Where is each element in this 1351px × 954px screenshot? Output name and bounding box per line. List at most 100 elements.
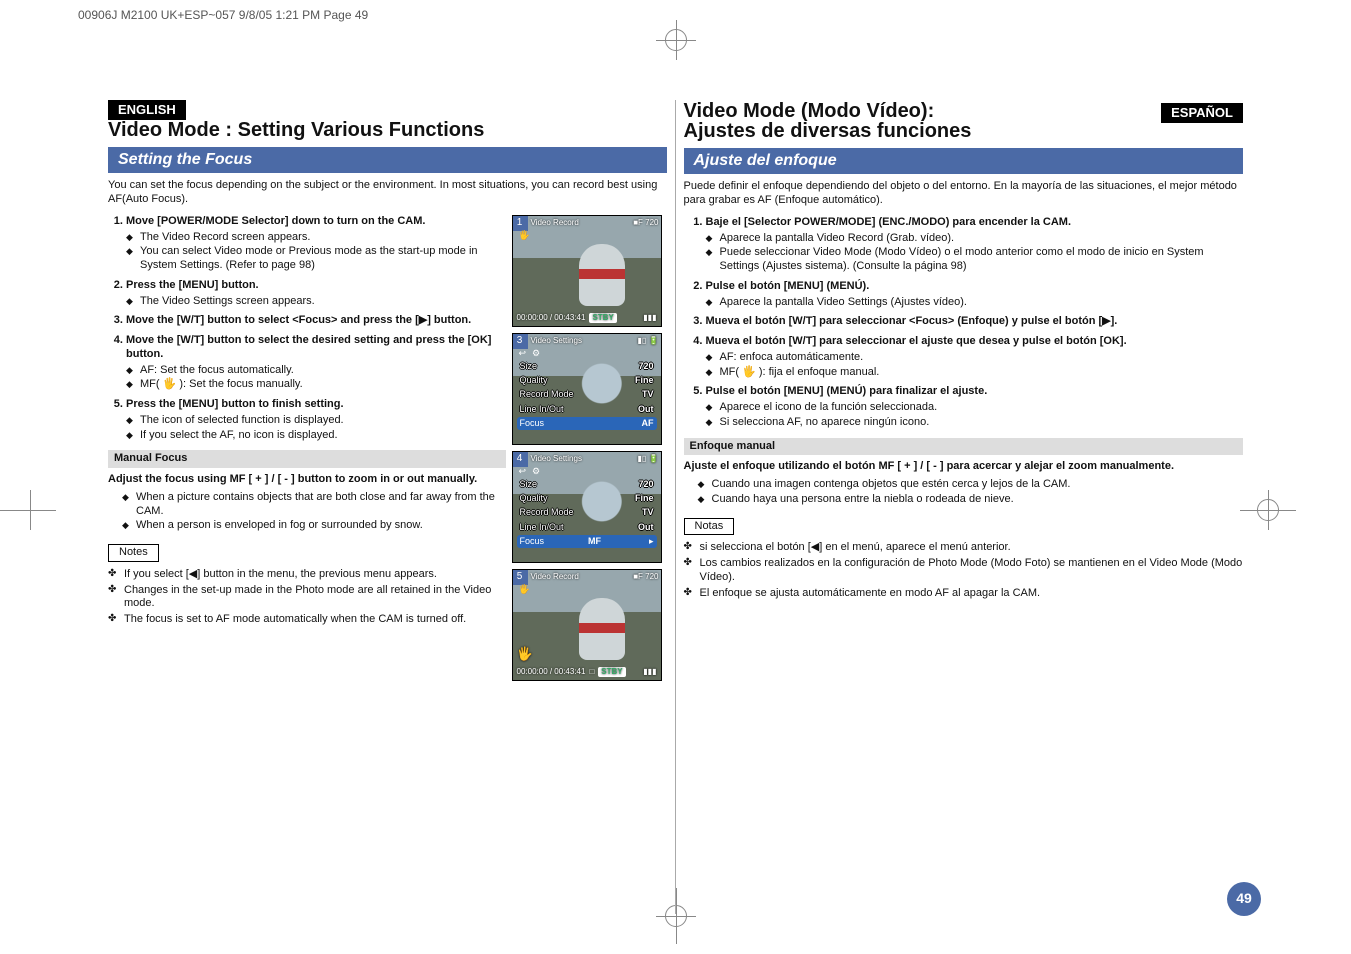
lang-badge-english: ENGLISH <box>108 100 186 120</box>
manual-focus-heading-en: Manual Focus <box>108 450 506 468</box>
step-bullet: Si selecciona AF, no aparece ningún icon… <box>720 416 1244 430</box>
battery-icon: ▮▮▮ <box>643 313 656 323</box>
menu-val: MF <box>588 536 601 547</box>
battery-icon: ▮▮▮ <box>643 667 656 677</box>
battery-icon: ▮▯ 🔋 <box>638 454 659 464</box>
menu-val: 720 <box>638 361 653 372</box>
menu-val: 720 <box>638 479 653 490</box>
menu-val: Out <box>638 404 654 415</box>
menu-key: Focus <box>520 536 545 547</box>
spanish-column: Video Mode (Modo Vídeo): ESPAÑOL Ajustes… <box>676 100 1252 914</box>
menu-val: Out <box>638 522 654 533</box>
notes-list-en: If you select [◀] button in the menu, th… <box>108 568 506 627</box>
shot-title: Video Settings <box>531 336 582 346</box>
manual-bullet: When a person is enveloped in fog or sur… <box>136 519 506 533</box>
note-item: Changes in the set-up made in the Photo … <box>124 584 506 612</box>
step-text: Move [POWER/MODE Selector] down to turn … <box>126 215 425 227</box>
menu-key: Size <box>520 479 538 490</box>
screenshot-3: 3 Video Settings ▮▯ 🔋 ↩ ⚙ Size 720 Quality F… <box>512 333 662 445</box>
menu-key: Line In/Out <box>520 404 564 415</box>
section-title-en: Setting the Focus <box>108 147 667 173</box>
menu-key: Quality <box>520 493 548 504</box>
menu-val: Fine <box>635 493 654 504</box>
note-item: El enfoque se ajusta automáticamente en … <box>700 587 1244 601</box>
step-bullet: The icon of selected function is display… <box>140 414 506 428</box>
note-item: If you select [◀] button in the menu, th… <box>124 568 506 582</box>
shot-res: ■F 720 <box>633 218 658 228</box>
notes-label-en: Notes <box>108 544 159 562</box>
shot-number: 4 <box>512 451 528 467</box>
shot-time: 00:00:00 / 00:43:41 <box>517 667 586 677</box>
stby-badge: STBY <box>598 667 625 677</box>
menu-val: TV <box>642 389 654 400</box>
shot-title: Video Record <box>531 572 579 582</box>
page-title-es-a: Video Mode (Modo Vídeo): <box>684 100 935 122</box>
manual-bullet: Cuando haya una persona entre la niebla … <box>712 493 1244 507</box>
shot-title: Video Record <box>531 218 579 228</box>
steps-list-es: Baje el [Selector POWER/MODE] (ENC./MODO… <box>684 216 1244 430</box>
shot-number: 3 <box>512 333 528 349</box>
step-text: Move the [W/T] button to select <Focus> … <box>126 314 471 326</box>
hand-icon: 🖐 <box>519 584 530 595</box>
page-title-en: Video Mode : Setting Various Functions <box>108 119 667 141</box>
step-bullet: Aparece la pantalla Video Record (Grab. … <box>720 232 1244 246</box>
menu-key: Size <box>520 361 538 372</box>
notes-label-es: Notas <box>684 518 735 536</box>
manual-focus-icon: 🖐 <box>517 646 533 662</box>
shot-number: 1 <box>512 215 528 231</box>
back-icon: ↩ <box>519 466 527 477</box>
page-title-es-b: Ajustes de diversas funciones <box>684 120 1244 142</box>
step-bullet: If you select the AF, no icon is display… <box>140 429 506 443</box>
screenshot-4: 4 Video Settings ▮▯ 🔋 ↩ ⚙ Size 720 Quality F… <box>512 451 662 563</box>
manual-bullet: Cuando una imagen contenga objetos que e… <box>712 478 1244 492</box>
print-header: 00906J M2100 UK+ESP~057 9/8/05 1:21 PM P… <box>78 8 368 22</box>
screenshots-column: 1 Video Record ■F 720 🖐 00:00:00 / 00:43… <box>512 215 667 681</box>
shot-title: Video Settings <box>531 454 582 464</box>
step-bullet: MF( 🖐 ): fija el enfoque manual. <box>720 366 1244 380</box>
step-bullet: AF: Set the focus automatically. <box>140 364 506 378</box>
shot-number: 5 <box>512 569 528 585</box>
menu-key: Focus <box>520 418 545 429</box>
shot-res: ■F 720 <box>633 572 658 582</box>
menu-val: Fine <box>635 375 654 386</box>
screenshot-5: 5 Video Record ■F 720 🖐 🖐 00:00:00 / 00:… <box>512 569 662 681</box>
english-column: ENGLISH Video Mode : Setting Various Fun… <box>100 100 676 914</box>
menu-key: Quality <box>520 375 548 386</box>
step-bullet: Puede seleccionar Video Mode (Modo Vídeo… <box>720 246 1244 274</box>
step-text: Press the [MENU] button. <box>126 279 259 291</box>
crop-mark <box>656 20 696 60</box>
screenshot-1: 1 Video Record ■F 720 🖐 00:00:00 / 00:43… <box>512 215 662 327</box>
step-bullet: MF( 🖐 ): Set the focus manually. <box>140 378 506 392</box>
menu-val: TV <box>642 507 654 518</box>
step-text: Move the [W/T] button to select the desi… <box>126 334 491 360</box>
step-bullet: You can select Video mode or Previous mo… <box>140 245 506 273</box>
page-number-badge: 49 <box>1227 882 1261 916</box>
chevron-right-icon: ▸ <box>649 536 654 547</box>
manual-focus-line-es: Ajuste el enfoque utilizando el botón MF… <box>684 460 1244 474</box>
step-bullet: The Video Record screen appears. <box>140 231 506 245</box>
step-text: Mueva el botón [W/T] para seleccionar <F… <box>706 315 1118 327</box>
stby-badge: STBY <box>589 313 616 323</box>
step-text: Press the [MENU] button to finish settin… <box>126 398 344 410</box>
gear-icon: ⚙ <box>532 348 540 359</box>
note-item: Los cambios realizados en la configuraci… <box>700 557 1244 585</box>
step-bullet: AF: enfoca automáticamente. <box>720 351 1244 365</box>
menu-key: Line In/Out <box>520 522 564 533</box>
shot-time: 00:00:00 / 00:43:41 <box>517 313 586 323</box>
step-text: Pulse el botón [MENU] (MENÚ). <box>706 280 870 292</box>
manual-focus-line-en: Adjust the focus using MF [ + ] / [ - ] … <box>108 473 506 487</box>
battery-icon: ▮▯ 🔋 <box>638 336 659 346</box>
back-icon: ↩ <box>519 348 527 359</box>
gear-icon: ⚙ <box>532 466 540 477</box>
step-bullet: Aparece el icono de la función seleccion… <box>720 401 1244 415</box>
menu-key: Record Mode <box>520 507 574 518</box>
hand-icon: 🖐 <box>519 230 530 241</box>
intro-es: Puede definir el enfoque dependiendo del… <box>684 180 1244 208</box>
notes-list-es: si selecciona el botón [◀] en el menú, a… <box>684 541 1244 600</box>
step-text: Pulse el botón [MENU] (MENÚ) para finali… <box>706 385 988 397</box>
intro-en: You can set the focus depending on the s… <box>108 179 667 207</box>
steps-list-en: Move [POWER/MODE Selector] down to turn … <box>108 215 506 443</box>
section-title-es: Ajuste del enfoque <box>684 148 1244 174</box>
step-bullet: Aparece la pantalla Video Settings (Ajus… <box>720 296 1244 310</box>
note-item: The focus is set to AF mode automaticall… <box>124 613 506 627</box>
